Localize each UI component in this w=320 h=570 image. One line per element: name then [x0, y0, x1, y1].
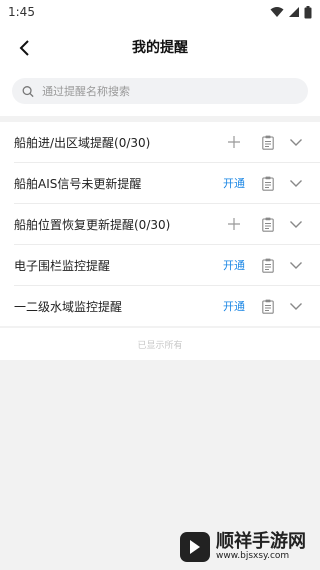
search-icon [22, 85, 34, 97]
reminder-label: 电子围栏监控提醒 [14, 258, 111, 273]
add-button[interactable] [214, 135, 254, 149]
reminder-row[interactable]: 一二级水域监控提醒 开通 [14, 286, 320, 326]
add-button[interactable] [214, 217, 254, 231]
records-button[interactable] [254, 299, 282, 314]
watermark-logo-icon [180, 532, 210, 562]
search-input[interactable] [42, 84, 298, 98]
records-button[interactable] [254, 135, 282, 150]
chevron-down-icon [290, 261, 302, 269]
chevron-down-icon [290, 179, 302, 187]
watermark: 顺祥手游网 www.bjsxsy.com [180, 532, 306, 562]
clipboard-icon [262, 299, 274, 314]
status-bar: 1:45 [0, 0, 320, 24]
clipboard-icon [262, 135, 274, 150]
open-button[interactable]: 开通 [214, 298, 254, 314]
reminder-list: 船舶进/出区域提醒(0/30) 船舶AIS信号未更新提醒 开通 船舶位置恢复更新提醒(… [0, 122, 320, 326]
reminder-label: 船舶AIS信号未更新提醒 [14, 176, 142, 191]
expand-button[interactable] [282, 302, 310, 311]
battery-icon [304, 5, 312, 18]
expand-button[interactable] [282, 138, 310, 147]
reminder-row[interactable]: 电子围栏监控提醒 开通 [14, 245, 320, 286]
plus-icon [228, 136, 240, 148]
records-button[interactable] [254, 176, 282, 191]
expand-button[interactable] [282, 179, 310, 188]
open-button[interactable]: 开通 [214, 175, 254, 191]
page-title: 我的提醒 [132, 40, 188, 56]
records-button[interactable] [254, 258, 282, 273]
reminder-row[interactable]: 船舶进/出区域提醒(0/30) [14, 122, 320, 163]
wifi-icon [270, 7, 284, 17]
back-arrow-icon [19, 40, 29, 56]
watermark-title: 顺祥手游网 [216, 530, 306, 552]
open-label: 开通 [223, 300, 245, 313]
reminder-label: 一二级水域监控提醒 [14, 299, 123, 314]
clipboard-icon [262, 176, 274, 191]
list-footer: 已显示所有 [0, 328, 320, 360]
records-button[interactable] [254, 217, 282, 232]
reminder-row[interactable]: 船舶位置恢复更新提醒(0/30) [14, 204, 320, 245]
status-time: 1:45 [8, 5, 35, 19]
status-icons [270, 5, 312, 19]
open-label: 开通 [223, 259, 245, 272]
chevron-down-icon [290, 138, 302, 146]
plus-icon [228, 218, 240, 230]
search-section [0, 70, 320, 116]
signal-icon [289, 7, 299, 17]
search-bar[interactable] [12, 78, 308, 104]
back-button[interactable] [10, 34, 38, 62]
expand-button[interactable] [282, 220, 310, 229]
clipboard-icon [262, 258, 274, 273]
expand-button[interactable] [282, 261, 310, 270]
reminder-label: 船舶进/出区域提醒(0/30) [14, 135, 151, 150]
open-label: 开通 [223, 177, 245, 190]
open-button[interactable]: 开通 [214, 257, 254, 273]
reminder-label: 船舶位置恢复更新提醒(0/30) [14, 217, 171, 232]
reminder-row[interactable]: 船舶AIS信号未更新提醒 开通 [14, 163, 320, 204]
chevron-down-icon [290, 302, 302, 310]
chevron-down-icon [290, 220, 302, 228]
watermark-url: www.bjsxsy.com [216, 550, 290, 561]
clipboard-icon [262, 217, 274, 232]
nav-header: 我的提醒 [0, 24, 320, 70]
